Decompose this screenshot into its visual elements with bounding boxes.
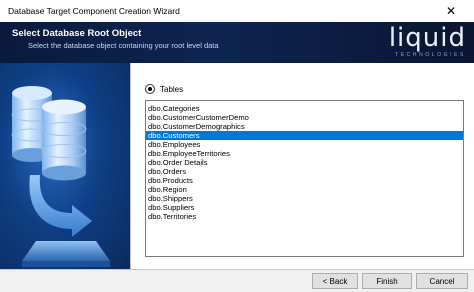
list-item[interactable]: dbo.Products: [146, 176, 463, 185]
list-item[interactable]: dbo.Suppliers: [146, 203, 463, 212]
close-icon[interactable]: ✕: [428, 0, 474, 22]
title-bar: Database Target Component Creation Wizar…: [0, 0, 474, 22]
window-title: Database Target Component Creation Wizar…: [8, 6, 180, 16]
list-item[interactable]: dbo.Categories: [146, 104, 463, 113]
list-item[interactable]: dbo.Shippers: [146, 194, 463, 203]
list-item[interactable]: dbo.Territories: [146, 212, 463, 221]
page-subtitle: Select the database object containing yo…: [28, 41, 219, 50]
content-area: Tables dbo.Categories dbo.CustomerCustom…: [130, 63, 474, 269]
back-button[interactable]: < Back: [312, 273, 358, 289]
wizard-footer: < Back Finish Cancel: [0, 269, 474, 292]
logo-word: liquid: [388, 23, 466, 53]
list-item[interactable]: dbo.CustomerCustomerDemo: [146, 113, 463, 122]
list-item[interactable]: dbo.Orders: [146, 167, 463, 176]
finish-button[interactable]: Finish: [362, 273, 412, 289]
tables-option[interactable]: Tables: [145, 84, 183, 94]
liquid-technologies-logo: liquid TECHNOLOGIES: [372, 24, 466, 61]
list-item[interactable]: dbo.Employees: [146, 140, 463, 149]
tables-radio[interactable]: [145, 84, 155, 94]
list-item[interactable]: dbo.Region: [146, 185, 463, 194]
logo-tagline: TECHNOLOGIES: [395, 52, 466, 58]
tables-listbox[interactable]: dbo.Categories dbo.CustomerCustomerDemo …: [145, 100, 464, 257]
list-item[interactable]: dbo.Order Details: [146, 158, 463, 167]
wizard-illustration-panel: [0, 63, 130, 269]
database-import-icon: [11, 86, 110, 267]
wizard-header: Select Database Root Object Select the d…: [0, 22, 474, 63]
list-item-selected[interactable]: dbo.Customers: [146, 131, 463, 140]
tables-radio-label: Tables: [160, 84, 184, 94]
cancel-button[interactable]: Cancel: [416, 273, 468, 289]
page-title: Select Database Root Object: [12, 28, 142, 39]
list-item[interactable]: dbo.CustomerDemographics: [146, 122, 463, 131]
list-item[interactable]: dbo.EmployeeTerritories: [146, 149, 463, 158]
